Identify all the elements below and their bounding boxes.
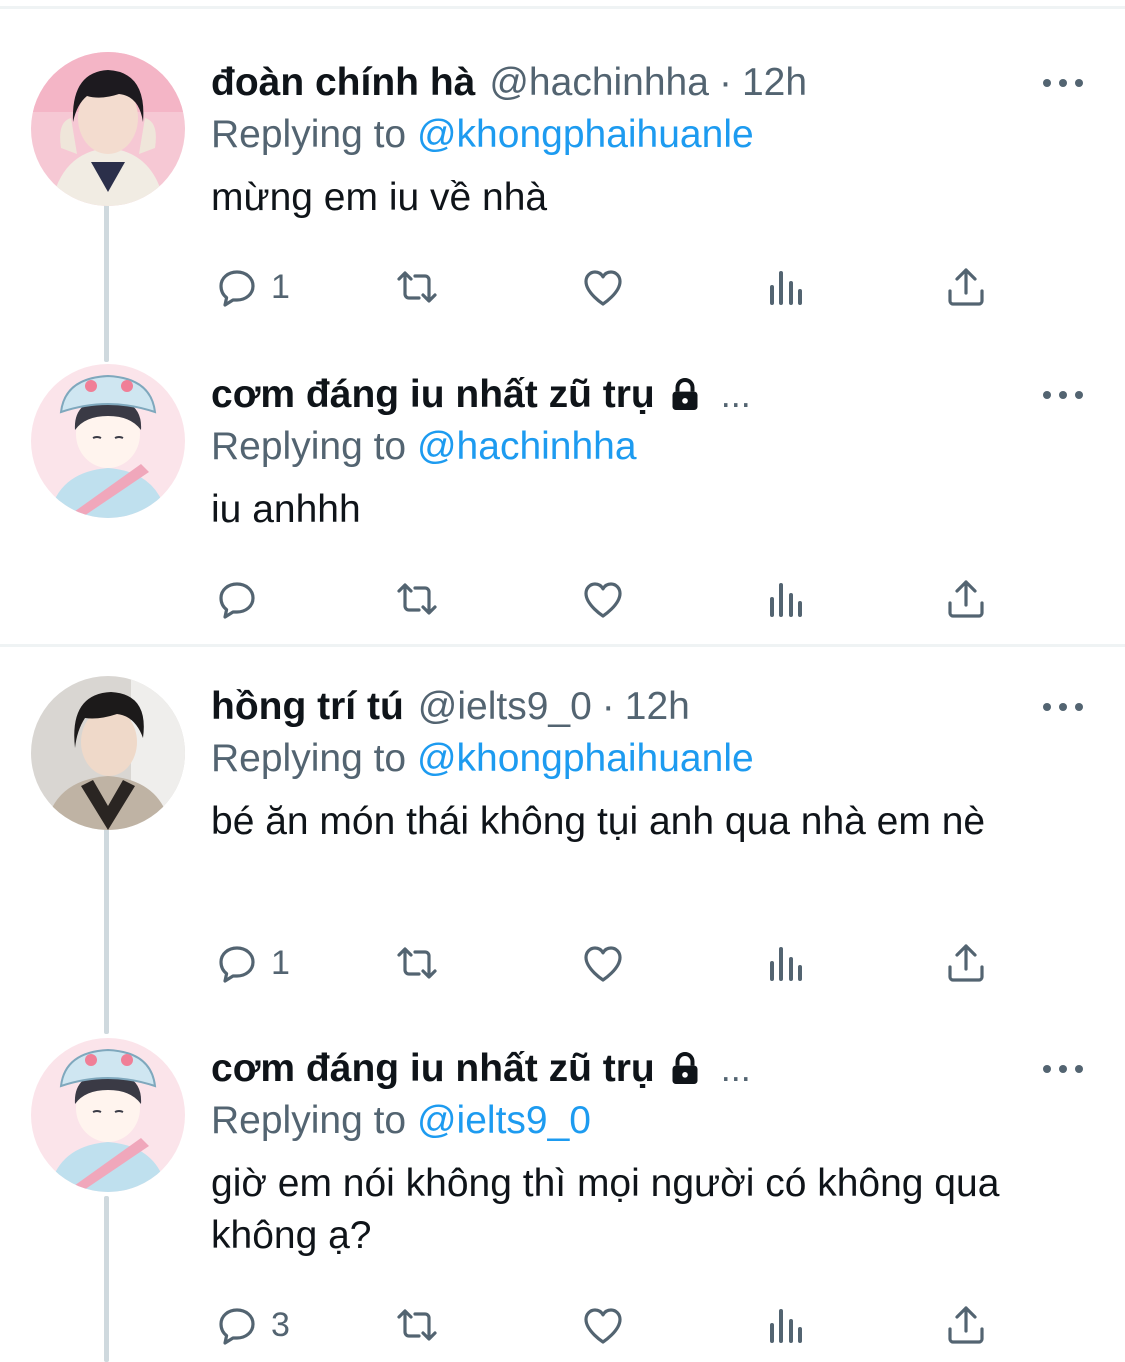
like-icon (584, 946, 622, 982)
tweet-header: cơm đáng iu nhất zũ trụ ... (211, 370, 751, 420)
replying-to: Replying to @khongphaihuanle (211, 734, 754, 784)
separator: · (718, 61, 732, 104)
more-icon[interactable] (1043, 696, 1083, 718)
reply-icon (219, 270, 255, 307)
share-button[interactable] (942, 1300, 990, 1350)
action-bar (211, 574, 1011, 624)
replying-prefix: Replying to (211, 737, 407, 780)
tweet-text: mừng em iu về nhà (211, 176, 548, 219)
thread-divider (0, 644, 1125, 647)
more-icon[interactable] (1043, 72, 1083, 94)
replying-prefix: Replying to (211, 425, 407, 468)
avatar[interactable] (31, 676, 185, 830)
display-name[interactable]: đoàn chính hà (211, 58, 475, 108)
name-truncation: ... (720, 374, 751, 415)
like-button[interactable] (579, 262, 627, 312)
views-button[interactable] (762, 262, 810, 312)
reply-icon (219, 582, 255, 619)
views-button[interactable] (762, 574, 810, 624)
retweet-button[interactable] (393, 938, 441, 988)
share-icon (948, 580, 984, 618)
username[interactable]: @ielts9_0 (418, 682, 592, 732)
retweet-icon (397, 947, 437, 979)
replying-to: Replying to @hachinhha (211, 422, 637, 472)
tweet-header: cơm đáng iu nhất zũ trụ ... (211, 1044, 751, 1094)
share-icon (948, 268, 984, 306)
mention-link[interactable]: @khongphaihuanle (417, 113, 754, 156)
action-bar: 3 (211, 1300, 1011, 1350)
share-button[interactable] (942, 574, 990, 624)
name-truncation: ... (720, 1048, 751, 1089)
reply-icon (219, 1308, 255, 1345)
reply-count: 1 (271, 267, 290, 306)
share-button[interactable] (942, 262, 990, 312)
top-divider (0, 6, 1125, 9)
thread-line (104, 812, 109, 1034)
retweet-button[interactable] (393, 262, 441, 312)
tweet-header: đoàn chính hà @hachinhha · 12h (211, 58, 807, 108)
retweet-icon (397, 583, 437, 615)
share-icon (948, 944, 984, 982)
like-button[interactable] (579, 938, 627, 988)
avatar[interactable] (31, 1038, 185, 1192)
more-icon[interactable] (1043, 384, 1083, 406)
thread-line (104, 1196, 109, 1362)
display-name[interactable]: hồng trí tú (211, 682, 404, 732)
username[interactable]: @hachinhha (489, 58, 709, 108)
views-button[interactable] (762, 1300, 810, 1350)
retweet-button[interactable] (393, 574, 441, 624)
reply-button[interactable]: 3 (213, 1300, 290, 1350)
replying-to: Replying to @ielts9_0 (211, 1096, 591, 1146)
reply-button[interactable]: 1 (213, 938, 290, 988)
lock-icon (672, 377, 698, 410)
replying-prefix: Replying to (211, 113, 407, 156)
share-icon (948, 1306, 984, 1344)
retweet-button[interactable] (393, 1300, 441, 1350)
tweet-header: hồng trí tú @ielts9_0 · 12h (211, 682, 690, 732)
tweet-text: giờ em nói không thì mọi người có không … (211, 1162, 1000, 1257)
display-name[interactable]: cơm đáng iu nhất zũ trụ (211, 1044, 655, 1094)
replying-to: Replying to @khongphaihuanle (211, 110, 754, 160)
tweet-text: iu anhhh (211, 488, 361, 531)
avatar[interactable] (31, 364, 185, 518)
views-icon (770, 1309, 802, 1343)
display-name[interactable]: cơm đáng iu nhất zũ trụ (211, 370, 655, 420)
reply-icon (219, 946, 255, 983)
like-icon (584, 270, 622, 306)
views-icon (770, 583, 802, 617)
action-bar: 1 (211, 938, 1011, 988)
replying-prefix: Replying to (211, 1099, 407, 1142)
action-bar: 1 (211, 262, 1011, 312)
timestamp[interactable]: 12h (742, 58, 807, 108)
thread-line (104, 186, 109, 362)
like-icon (584, 582, 622, 618)
mention-link[interactable]: @khongphaihuanle (417, 737, 754, 780)
more-icon[interactable] (1043, 1058, 1083, 1080)
views-icon (770, 947, 802, 981)
reply-count: 3 (271, 1305, 290, 1344)
tweet-text: bé ăn món thái không tụi anh qua nhà em … (211, 800, 986, 843)
retweet-icon (397, 271, 437, 303)
reply-button[interactable] (213, 574, 271, 624)
retweet-icon (397, 1309, 437, 1341)
avatar[interactable] (31, 52, 185, 206)
like-button[interactable] (579, 1300, 627, 1350)
share-button[interactable] (942, 938, 990, 988)
separator: · (601, 685, 615, 728)
lock-icon (672, 1051, 698, 1084)
like-icon (584, 1308, 622, 1344)
views-button[interactable] (762, 938, 810, 988)
views-icon (770, 271, 802, 305)
mention-link[interactable]: @hachinhha (417, 425, 637, 468)
reply-button[interactable]: 1 (213, 262, 290, 312)
mention-link[interactable]: @ielts9_0 (417, 1099, 591, 1142)
like-button[interactable] (579, 574, 627, 624)
timestamp[interactable]: 12h (625, 682, 690, 732)
reply-count: 1 (271, 943, 290, 982)
